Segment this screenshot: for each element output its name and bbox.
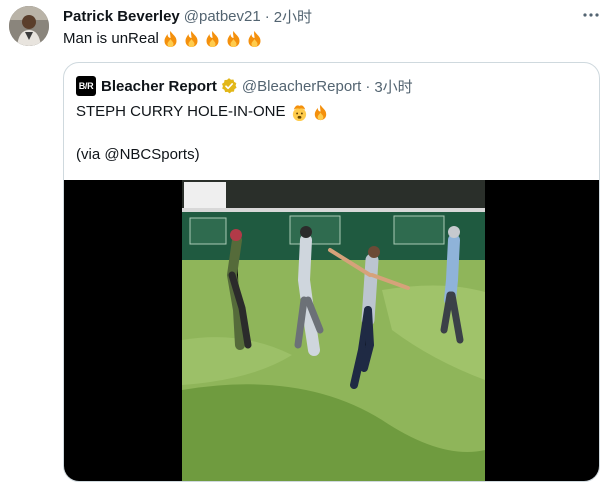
fire-icon — [315, 104, 327, 120]
tweet-header: Patrick Beverley @patbev21 · 2小时 — [63, 6, 312, 26]
fire-icon — [185, 31, 198, 47]
tweet-time[interactable]: 2小时 — [274, 6, 312, 27]
tweet-text-content: Man is unReal — [63, 30, 159, 47]
fire-icon — [164, 31, 177, 47]
separator-dot: · — [365, 77, 371, 95]
author-handle[interactable]: @patbev21 — [184, 8, 261, 25]
avatar[interactable] — [9, 6, 49, 46]
quoted-tweet-text: STEPH CURRY HOLE-IN-ONE — [76, 101, 330, 123]
avatar-image — [9, 6, 49, 46]
golf-course-video[interactable] — [182, 180, 485, 482]
quoted-text-line1: STEPH CURRY HOLE-IN-ONE — [76, 103, 286, 120]
quoted-tweet-header: B/R Bleacher Report @BleacherReport · 3小… — [76, 76, 413, 96]
fire-icon — [227, 31, 240, 47]
quoted-text-line2: (via @NBCSports) — [76, 146, 200, 163]
fire-icon — [206, 31, 219, 47]
quoted-author-handle[interactable]: @BleacherReport — [242, 78, 361, 95]
quoted-author-name[interactable]: Bleacher Report — [101, 78, 217, 95]
author-name[interactable]: Patrick Beverley — [63, 8, 180, 25]
quoted-tweet-card[interactable]: B/R Bleacher Report @BleacherReport · 3小… — [63, 62, 600, 482]
fire-emoji-group — [160, 30, 265, 48]
separator-dot: · — [264, 7, 270, 25]
fire-icon — [248, 31, 261, 47]
quoted-tweet-time[interactable]: 3小时 — [374, 76, 412, 97]
tweet-text: Man is unReal — [63, 29, 265, 49]
more-icon[interactable] — [580, 5, 602, 25]
video-player[interactable] — [64, 180, 599, 482]
bleacher-report-logo: B/R — [76, 76, 96, 96]
verified-gold-icon — [221, 78, 237, 94]
exploding-head-icon — [293, 104, 307, 121]
